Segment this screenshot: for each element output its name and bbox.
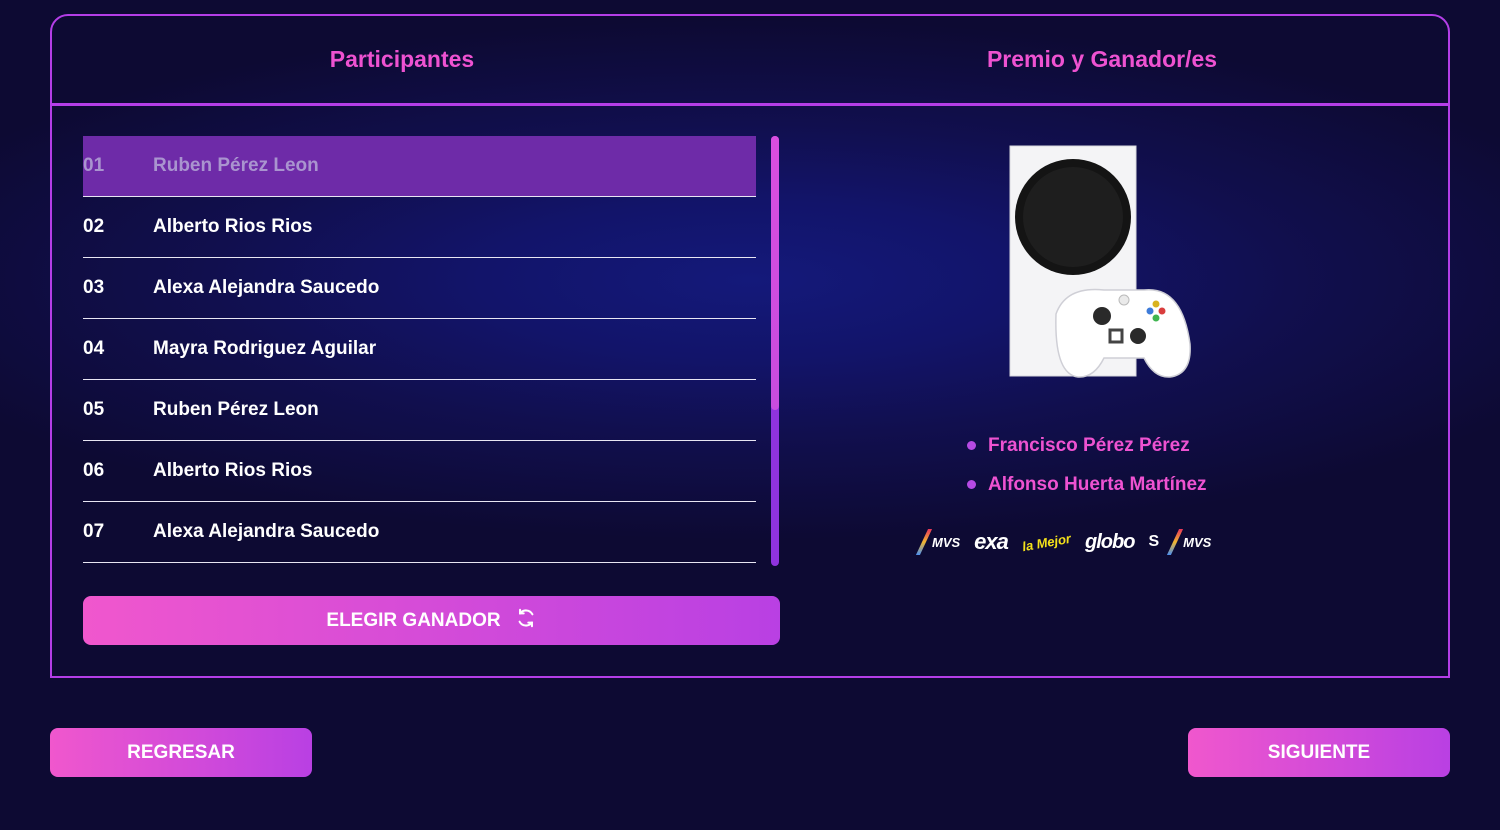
participant-number: 01 [83,155,105,176]
globo-logo: globo [1085,530,1135,553]
bullet-icon [967,480,976,489]
participant-row-02[interactable]: 02 Alberto Rios Rios [83,197,756,258]
winner-item: Francisco Pérez Pérez [967,426,1207,465]
participant-row-06[interactable]: 06 Alberto Rios Rios [83,441,756,502]
participant-number: 05 [83,399,105,420]
refresh-icon [515,607,537,635]
participant-number: 03 [83,277,105,298]
winner-name: Alfonso Huerta Martínez [988,473,1207,495]
header-divider [52,103,1448,106]
winner-item: Alfonso Huerta Martínez [967,465,1207,504]
participant-name: Alexa Alejandra Saucedo [153,521,380,542]
scrollbar-thumb[interactable] [771,136,779,410]
raffle-panel: Participantes Premio y Ganador/es 01 Rub… [50,14,1450,678]
choose-winner-button[interactable]: ELEGIR GANADOR [83,596,780,645]
next-button[interactable]: SIGUIENTE [1188,728,1450,777]
participant-name: Alexa Alejandra Saucedo [153,277,380,298]
prize-winners-title: Premio y Ganador/es [986,46,1218,72]
participant-row-05[interactable]: 05 Ruben Pérez Leon [83,380,756,441]
mvs-radio-logo: MVS [1167,529,1211,555]
bullet-icon [967,441,976,450]
next-label: SIGUIENTE [1267,741,1371,763]
participant-name: Alberto Rios Rios [153,460,313,481]
participants-title: Participantes [329,46,475,72]
winners-list: Francisco Pérez Pérez Alfonso Huerta Mar… [967,426,1207,504]
participant-row-04[interactable]: 04 Mayra Rodriguez Aguilar [83,319,756,380]
choose-winner-label: ELEGIR GANADOR [326,609,501,631]
participants-list: 01 Ruben Pérez Leon 02 Alberto Rios Rios… [83,136,756,563]
participant-number: 02 [83,216,105,237]
slash-icon [1167,529,1184,555]
la-mejor-logo: la Mejor [1020,530,1072,554]
participant-name: Alberto Rios Rios [153,216,313,237]
exa-logo: exa [974,529,1009,554]
back-button[interactable]: REGRESAR [50,728,312,777]
winner-name: Francisco Pérez Pérez [988,434,1190,456]
participant-number: 04 [83,338,105,359]
participant-name: Ruben Pérez Leon [153,399,319,420]
participant-row-03[interactable]: 03 Alexa Alejandra Saucedo [83,258,756,319]
participant-row-07[interactable]: 07 Alexa Alejandra Saucedo [83,502,756,563]
participant-number: 07 [83,521,105,542]
slash-icon [915,529,933,555]
participant-name: Mayra Rodriguez Aguilar [153,338,377,359]
participants-scrollbar[interactable] [771,136,779,566]
sponsor-logos: MVS exa la Mejor globo S MVS [915,524,1282,560]
xbox-series-s-image [1004,144,1194,384]
participant-row-01[interactable]: 01 Ruben Pérez Leon [83,136,756,197]
participant-name: Ruben Pérez Leon [153,155,319,176]
stereorey-logo: S [1148,533,1160,550]
back-label: REGRESAR [127,741,235,763]
participant-number: 06 [83,460,105,481]
mvs-capital-logo: MVS [915,529,960,555]
